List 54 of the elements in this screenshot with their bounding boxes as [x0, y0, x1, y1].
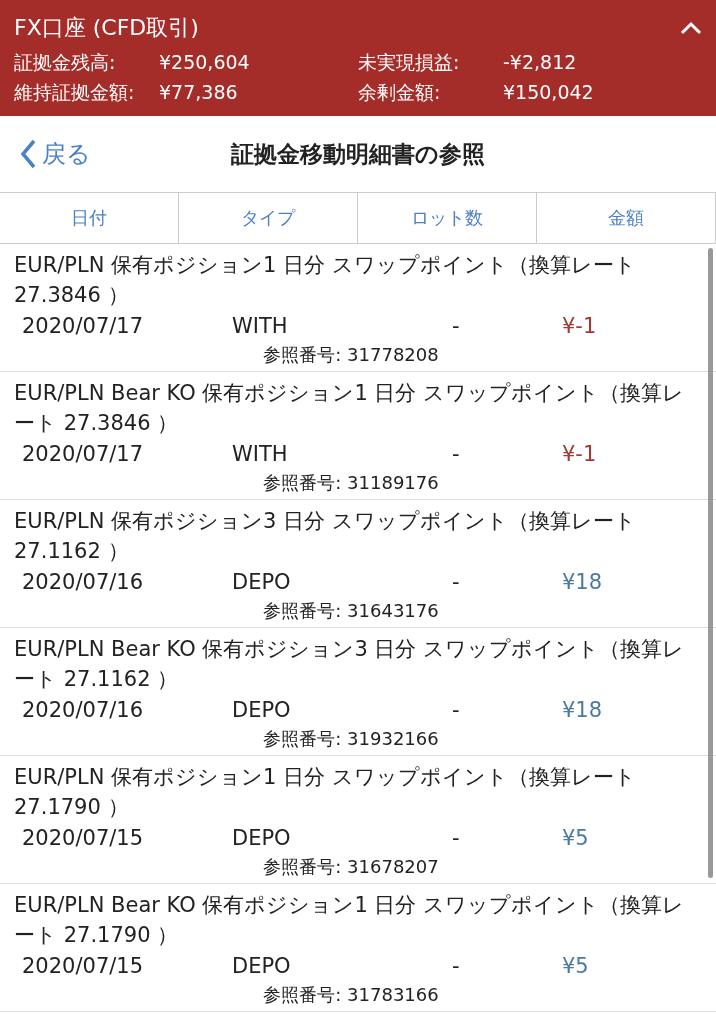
- lots-cell-text: -: [452, 697, 461, 724]
- back-link[interactable]: 戻る: [0, 138, 160, 170]
- scrollbar[interactable]: [708, 248, 713, 878]
- amount-cell-text: ¥18: [562, 697, 604, 724]
- transaction-description: EUR/PLN Bear KO 保有ポジション1 日分 スワップポイント（換算レート 27.3846 ）: [14, 380, 686, 437]
- reference-number: 参照番号: 31189176: [262, 471, 440, 495]
- chevron-left-icon: [20, 139, 36, 169]
- transaction-description: EUR/PLN 保有ポジション3 日分 スワップポイント（換算レート 27.1162 ）: [14, 508, 637, 565]
- transaction-description: EUR/PLN Bear KO 保有ポジション3 日分 スワップポイント（換算レート 27.1162 ）: [14, 636, 686, 693]
- reference-number: 参照番号: 31783166: [262, 983, 440, 1007]
- column-header[interactable]: 金額: [537, 193, 716, 243]
- transaction-description: EUR/PLN 保有ポジション1 日分 スワップポイント（換算レート 27.3846 ）: [14, 252, 637, 309]
- amount-cell-text: ¥-1: [562, 441, 598, 468]
- chevron-up-icon[interactable]: [680, 21, 702, 35]
- date-cell-text: 2020/07/17: [22, 313, 145, 340]
- date-cell-text: 2020/07/15: [22, 953, 145, 980]
- page-title: 証拠金移動明細書の参照: [230, 139, 486, 169]
- summary-value: ¥77,386: [159, 80, 239, 105]
- summary-value: ¥250,604: [159, 50, 251, 75]
- account-title: FX口座 (CFD取引): [14, 14, 199, 42]
- summary-label: 余剰金額:: [358, 80, 442, 105]
- transaction-description: EUR/PLN 保有ポジション1 日分 スワップポイント（換算レート 27.1790 ）: [14, 764, 637, 821]
- reference-number: 参照番号: 31778208: [262, 343, 440, 367]
- type-cell-text: DEPO: [232, 697, 292, 724]
- column-header[interactable]: 日付: [0, 193, 179, 243]
- lots-cell-text: -: [452, 825, 461, 852]
- column-header[interactable]: ロット数: [358, 193, 537, 243]
- amount-cell-text: ¥5: [562, 825, 590, 852]
- type-cell-text: WITH: [232, 313, 289, 340]
- column-header[interactable]: タイプ: [179, 193, 358, 243]
- lots-cell-text: -: [452, 441, 461, 468]
- lots-cell-text: -: [452, 313, 461, 340]
- summary-label: 維持証拠金額:: [14, 80, 136, 105]
- reference-number: 参照番号: 31678207: [262, 855, 440, 879]
- type-cell-text: DEPO: [232, 953, 292, 980]
- summary-value: ¥150,042: [503, 80, 595, 105]
- date-cell-text: 2020/07/15: [22, 825, 145, 852]
- reference-number: 参照番号: 31643176: [262, 599, 440, 623]
- lots-cell-text: -: [452, 569, 461, 596]
- date-cell-text: 2020/07/16: [22, 569, 145, 596]
- amount-cell-text: ¥18: [562, 569, 604, 596]
- reference-number: 参照番号: 31932166: [262, 727, 440, 751]
- date-cell-text: 2020/07/16: [22, 697, 145, 724]
- type-cell-text: DEPO: [232, 569, 292, 596]
- type-cell-text: DEPO: [232, 825, 292, 852]
- amount-cell-text: ¥-1: [562, 313, 598, 340]
- amount-cell-text: ¥5: [562, 953, 590, 980]
- summary-label: 証拠金残高:: [14, 50, 117, 75]
- type-cell-text: WITH: [232, 441, 289, 468]
- transaction-description: EUR/PLN Bear KO 保有ポジション1 日分 スワップポイント（換算レート 27.1790 ）: [14, 892, 686, 949]
- date-cell-text: 2020/07/17: [22, 441, 145, 468]
- summary-label: 未実現損益:: [358, 50, 461, 75]
- lots-cell-text: -: [452, 953, 461, 980]
- summary-value: -¥2,812: [503, 50, 578, 75]
